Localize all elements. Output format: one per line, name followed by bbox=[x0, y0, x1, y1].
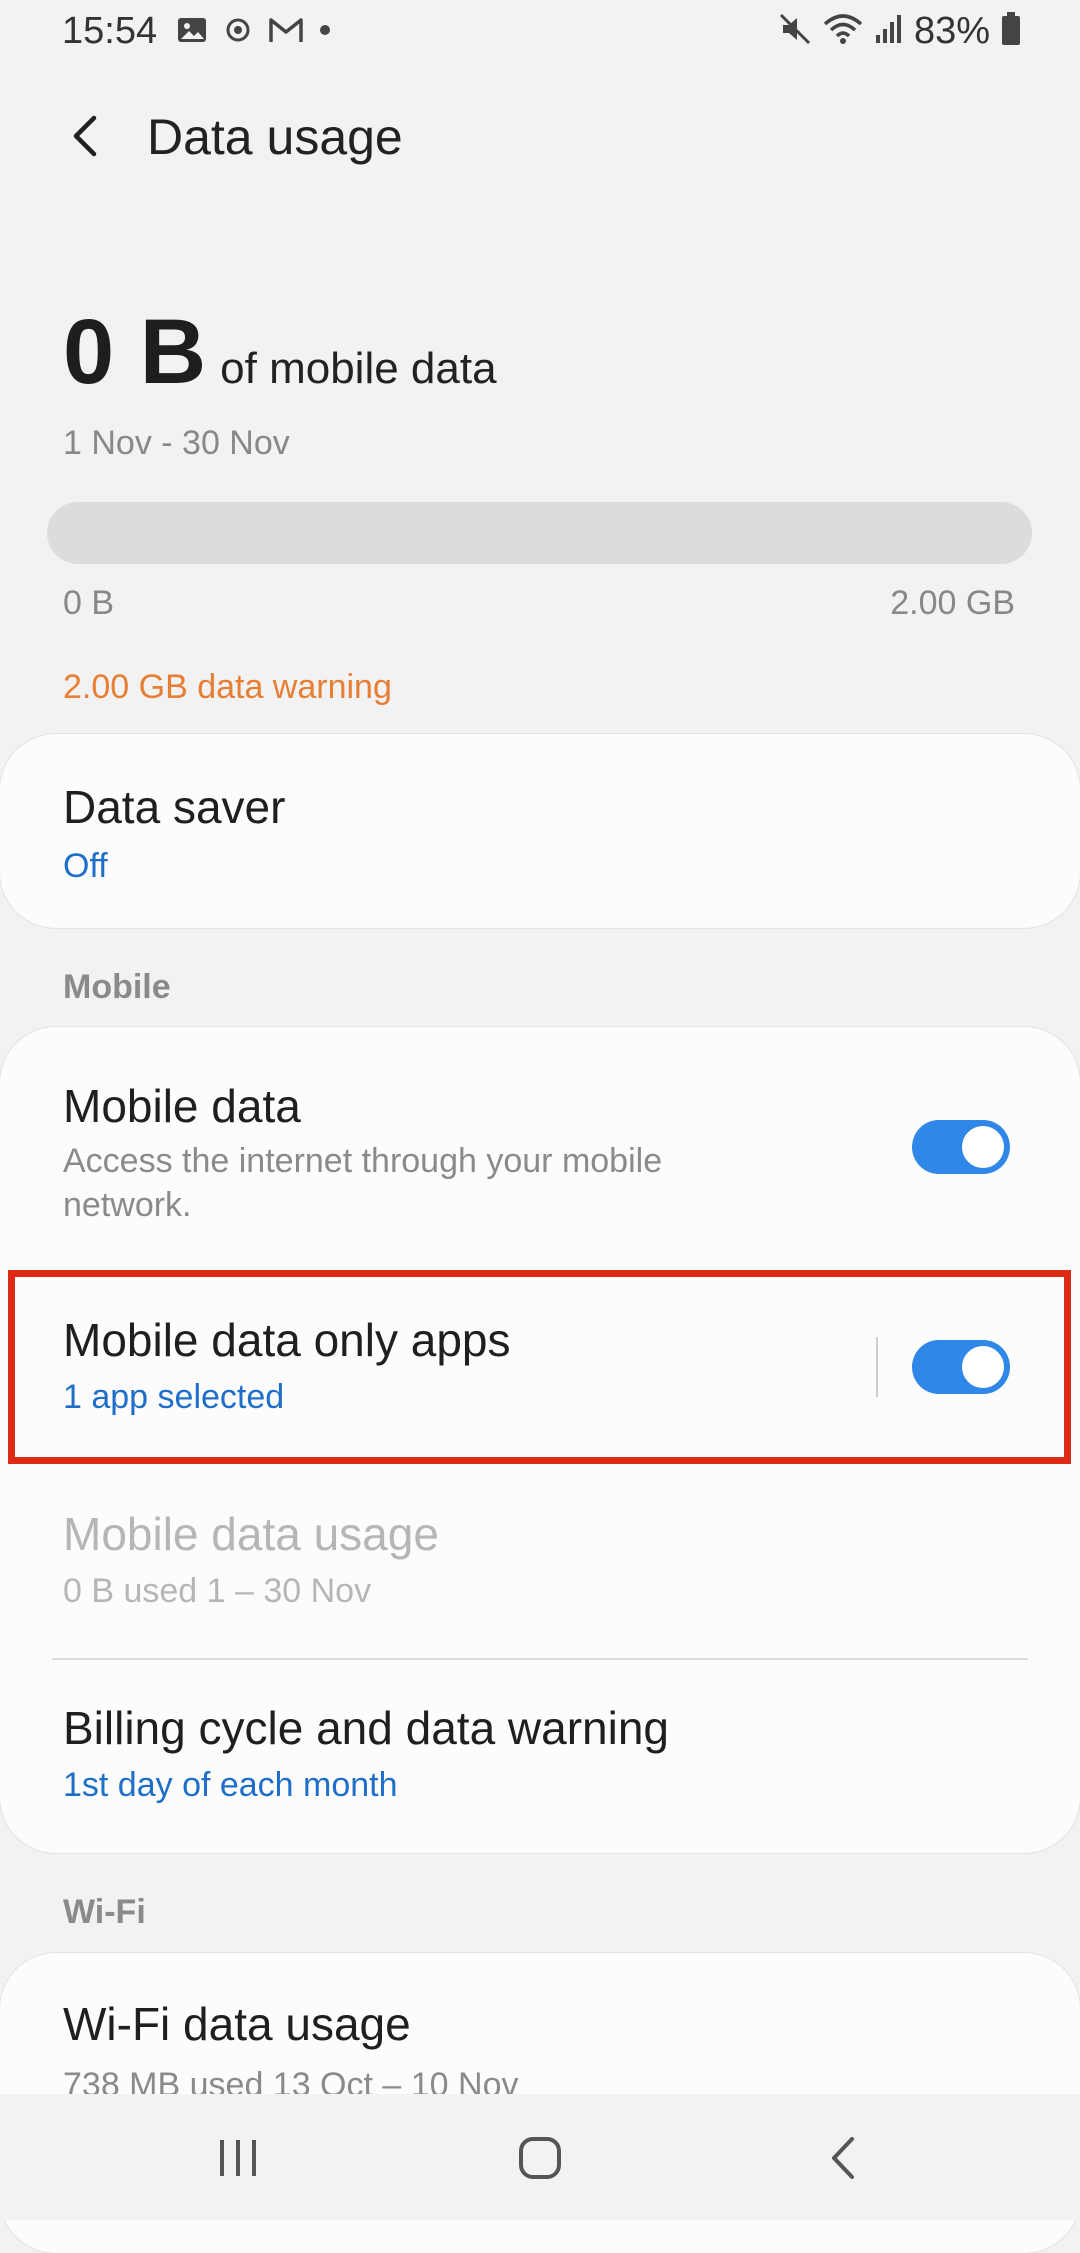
gmail-icon bbox=[268, 15, 304, 50]
mute-icon bbox=[778, 12, 812, 51]
usage-summary: 0 B of mobile data bbox=[63, 300, 497, 405]
recents-icon bbox=[216, 2138, 260, 2183]
list-divider bbox=[52, 1658, 1028, 1660]
usage-progress-bar bbox=[47, 502, 1032, 564]
mobile-data-title: Mobile data bbox=[63, 1080, 301, 1132]
app-bar: Data usage bbox=[0, 98, 1080, 188]
back-button[interactable] bbox=[58, 110, 114, 166]
data-saver-card: Data saver Off bbox=[0, 734, 1080, 928]
status-bar: 15:54 83% bbox=[0, 0, 1080, 70]
status-time: 15:54 bbox=[62, 10, 158, 52]
navigation-bar bbox=[0, 2094, 1080, 2220]
toggle-knob bbox=[960, 1124, 1006, 1170]
highlight-box bbox=[8, 1270, 1071, 1464]
mobile-data-usage-title: Mobile data usage bbox=[63, 1508, 439, 1560]
mobile-data-subtitle: Access the internet through your mobile … bbox=[63, 1142, 663, 1224]
data-saver-row[interactable]: Data saver Off bbox=[0, 734, 1080, 928]
usage-period: 1 Nov - 30 Nov bbox=[63, 424, 290, 462]
gallery-icon bbox=[176, 14, 208, 51]
status-system-icons: 83% bbox=[778, 10, 1022, 53]
home-button[interactable] bbox=[510, 2130, 570, 2190]
section-header-mobile: Mobile bbox=[63, 968, 171, 1006]
section-header-wifi: Wi-Fi bbox=[63, 1893, 146, 1931]
data-saver-title: Data saver bbox=[63, 781, 286, 833]
usage-caption: of mobile data bbox=[220, 344, 497, 393]
wifi-icon bbox=[822, 12, 864, 51]
status-notification-icons bbox=[176, 14, 332, 51]
mobile-data-toggle[interactable] bbox=[912, 1120, 1010, 1174]
chevron-left-icon bbox=[66, 112, 106, 165]
recents-button[interactable] bbox=[208, 2130, 268, 2190]
billing-cycle-title: Billing cycle and data warning bbox=[63, 1702, 670, 1754]
usage-amount: 0 B bbox=[63, 301, 207, 403]
billing-cycle-subtitle: 1st day of each month bbox=[63, 1766, 398, 1804]
mobile-data-usage-row[interactable]: Mobile data usage 0 B used 1 – 30 Nov bbox=[0, 1467, 1080, 1677]
wifi-data-usage-title: Wi-Fi data usage bbox=[63, 1998, 411, 2050]
page-title: Data usage bbox=[147, 109, 403, 165]
mobile-data-usage-subtitle: 0 B used 1 – 30 Nov bbox=[63, 1572, 372, 1610]
billing-cycle-row[interactable]: Billing cycle and data warning 1st day o… bbox=[0, 1661, 1080, 1851]
back-icon bbox=[828, 2135, 860, 2186]
usage-range-max: 2.00 GB bbox=[890, 584, 1015, 622]
home-icon bbox=[517, 2135, 563, 2186]
mobile-data-row[interactable]: Mobile data Access the internet through … bbox=[0, 1027, 1080, 1263]
nav-back-button[interactable] bbox=[814, 2130, 874, 2190]
dot-icon bbox=[318, 23, 332, 42]
data-warning-label: 2.00 GB data warning bbox=[63, 668, 392, 706]
sync-icon bbox=[222, 14, 254, 51]
signal-icon bbox=[874, 13, 904, 50]
data-saver-status: Off bbox=[63, 847, 108, 885]
battery-percentage: 83% bbox=[913, 10, 990, 52]
usage-range-min: 0 B bbox=[63, 584, 115, 622]
battery-icon bbox=[1000, 11, 1022, 52]
